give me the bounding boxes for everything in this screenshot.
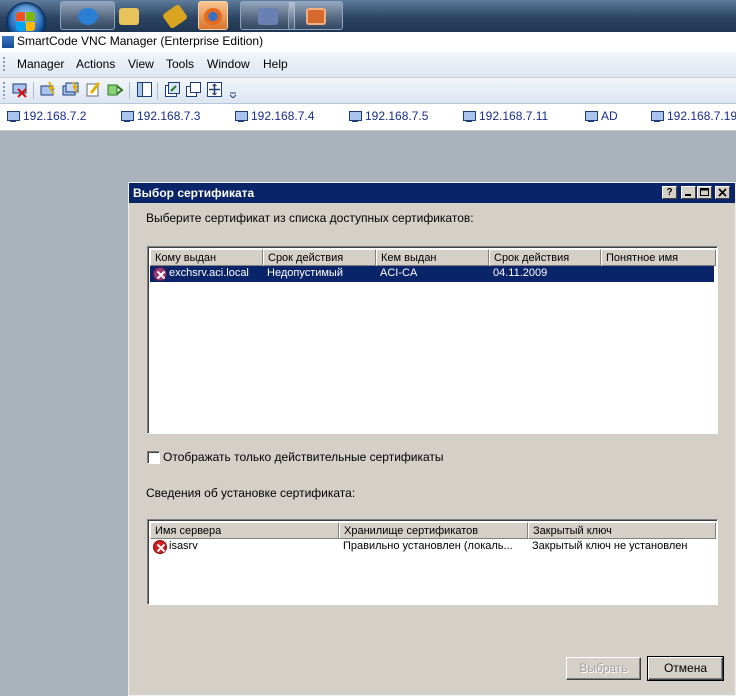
cell-server: isasrv [169, 540, 198, 552]
connection-tab[interactable]: 192.168.7.192 [650, 109, 736, 123]
cell-validity: Недопустимый [267, 267, 343, 279]
valid-only-checkbox[interactable] [147, 451, 160, 464]
menu-help[interactable]: Help [263, 57, 288, 71]
menu-actions[interactable]: Actions [76, 57, 115, 71]
dialog-title-bar: Выбор сертификата ? [129, 183, 735, 203]
cell-issued-by: ACI-CA [380, 267, 418, 279]
column-validity[interactable]: Срок действия [263, 249, 376, 266]
internet-explorer-icon [78, 8, 98, 25]
firefox-taskbar-button[interactable] [198, 1, 228, 30]
panel-icon[interactable] [136, 81, 153, 98]
toolbar-separator [33, 82, 34, 99]
certificate-list[interactable]: Кому выдан Срок действия Кем выдан Срок … [147, 246, 718, 434]
column-expires[interactable]: Срок действия [489, 249, 601, 266]
maximize-icon[interactable] [697, 186, 712, 199]
copy-window-icon[interactable] [185, 81, 202, 98]
cell-issued-to: exchsrv.aci.local [169, 267, 249, 279]
vnc-taskbar-button[interactable] [240, 1, 295, 30]
minimize-icon[interactable] [681, 186, 696, 199]
virtual-machine-icon [306, 8, 326, 25]
connection-tab[interactable]: 192.168.7.2 [6, 109, 86, 123]
toolbar [0, 78, 736, 104]
menu-view[interactable]: View [128, 57, 154, 71]
taskbar [0, 0, 736, 32]
connection-tab[interactable]: 192.168.7.4 [234, 109, 314, 123]
close-icon[interactable] [715, 186, 730, 199]
column-cert-store[interactable]: Хранилище сертификатов [339, 522, 528, 539]
cell-store: Правильно установлен (локаль... [343, 540, 513, 552]
help-icon[interactable]: ? [662, 186, 677, 199]
valid-only-label[interactable]: Отображать только действительные сертифи… [163, 450, 444, 464]
menu-tools[interactable]: Tools [166, 57, 194, 71]
column-issued-to[interactable]: Кому выдан [150, 249, 263, 266]
firefox-icon [204, 8, 222, 25]
dialog-title: Выбор сертификата [133, 186, 255, 200]
error-icon [153, 540, 167, 554]
edit-icon[interactable] [85, 81, 102, 98]
connection-bar: 192.168.7.2 192.168.7.3 192.168.7.4 192.… [0, 104, 736, 131]
cell-expires: 04.11.2009 [493, 267, 548, 279]
install-info-label: Сведения об установке сертификата: [146, 486, 356, 500]
menu-manager[interactable]: Manager [17, 57, 64, 71]
computer-icon [234, 110, 248, 122]
certificate-row[interactable]: exchsrv.aci.local Недопустимый ACI-CA 04… [150, 266, 714, 282]
select-button[interactable]: Выбрать [566, 657, 641, 680]
computer-icon [462, 110, 476, 122]
folder-icon [119, 8, 139, 25]
connect-icon[interactable] [40, 81, 57, 98]
app-logo-icon [2, 36, 14, 48]
connection-tab[interactable]: AD [584, 109, 618, 123]
column-friendly-name[interactable]: Понятное имя [601, 249, 716, 266]
computer-icon [6, 110, 20, 122]
vm-taskbar-button[interactable] [288, 1, 343, 30]
cancel-button[interactable]: Отмена [647, 656, 724, 681]
computer-icon [120, 110, 134, 122]
menu-bar: Manager Actions View Tools Window Help [0, 52, 736, 78]
overflow-chevron-icon[interactable] [228, 81, 238, 99]
app-title-bar: SmartCode VNC Manager (Enterprise Editio… [0, 32, 736, 52]
column-issued-by[interactable]: Кем выдан [376, 249, 489, 266]
connection-tab[interactable]: 192.168.7.3 [120, 109, 200, 123]
menu-grip[interactable] [3, 57, 5, 73]
connection-tab[interactable]: 192.168.7.5 [348, 109, 428, 123]
connection-tab[interactable]: 192.168.7.11 [462, 109, 548, 123]
app-title: SmartCode VNC Manager (Enterprise Editio… [17, 34, 264, 48]
connect-all-icon[interactable] [62, 81, 79, 98]
cell-private-key: Закрытый ключ не установлен [532, 540, 688, 552]
computer-icon [584, 110, 598, 122]
install-row[interactable]: isasrv Правильно установлен (локаль... З… [150, 539, 714, 555]
tool-taskbar-button[interactable] [146, 1, 201, 30]
toolbar-separator [157, 82, 158, 99]
tool-app-icon [161, 3, 189, 30]
install-info-list[interactable]: Имя сервера Хранилище сертификатов Закры… [147, 519, 718, 605]
certificate-dialog: Выбор сертификата ? Выберите сертификат … [128, 182, 736, 696]
toolbar-separator [129, 82, 130, 99]
invalid-certificate-icon [153, 267, 167, 281]
column-private-key[interactable]: Закрытый ключ [528, 522, 716, 539]
computer-icon [348, 110, 362, 122]
computer-icon [650, 110, 664, 122]
menu-window[interactable]: Window [207, 57, 250, 71]
send-keys-icon[interactable] [107, 81, 124, 98]
instruction-label: Выберите сертификат из списка доступных … [146, 211, 474, 225]
disconnect-icon[interactable] [12, 81, 29, 98]
column-server-name[interactable]: Имя сервера [150, 522, 339, 539]
vnc-viewer-icon [258, 8, 278, 25]
toolbar-grip[interactable] [3, 82, 5, 99]
fit-screen-icon[interactable] [206, 81, 223, 98]
restore-icon[interactable] [164, 81, 181, 98]
